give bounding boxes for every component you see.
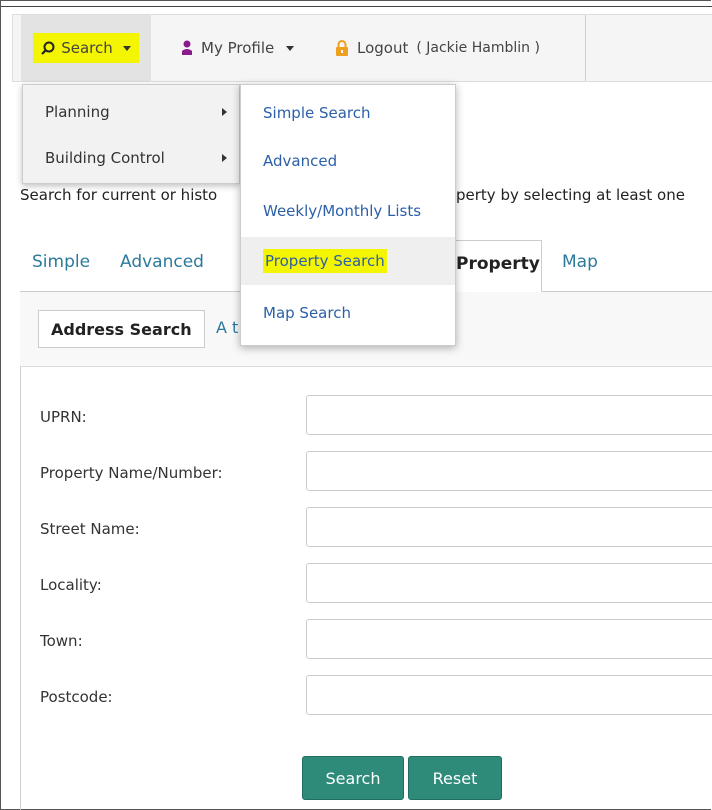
logout-label: Logout [357, 39, 409, 57]
menu-item-property-search[interactable]: Property Search [241, 237, 455, 285]
search-dropdown-menu: Planning Building Control [22, 84, 240, 184]
menu-item-label: Property Search [263, 249, 387, 273]
tab-property-label: Property [456, 254, 540, 274]
chevron-right-icon [222, 108, 227, 116]
chevron-right-icon [222, 154, 227, 162]
navbar-divider [585, 15, 586, 81]
street-name-label: Street Name: [40, 520, 140, 538]
uprn-label: UPRN: [40, 408, 87, 426]
menu-item-planning[interactable]: Planning [23, 89, 239, 135]
subtab-other[interactable]: A t [216, 318, 238, 337]
user-icon [182, 40, 192, 55]
search-menu-toggle[interactable]: Search [21, 15, 151, 81]
menu-item-label: Simple Search [263, 104, 371, 122]
tab-map[interactable]: Map [562, 252, 598, 272]
lock-icon [336, 40, 348, 56]
menu-item-label: Advanced [263, 152, 338, 170]
search-icon [41, 41, 55, 55]
intro-text-end: perty by selecting at least one [456, 186, 685, 204]
search-panel [20, 292, 712, 810]
menu-item-label: Map Search [263, 304, 351, 322]
search-button[interactable]: Search [302, 756, 404, 800]
intro-text-start: Search for current or histo [20, 186, 218, 204]
property-name-label: Property Name/Number: [40, 464, 223, 482]
menu-item-map-search[interactable]: Map Search [241, 289, 455, 337]
profile-menu-label: My Profile [201, 39, 275, 57]
postcode-label: Postcode: [40, 688, 113, 706]
town-label: Town: [40, 632, 83, 650]
chevron-down-icon [286, 45, 295, 51]
logout-link[interactable]: Logout ( Jackie Hamblin ) [335, 15, 540, 81]
menu-item-label: Planning [45, 103, 110, 121]
menu-item-advanced[interactable]: Advanced [241, 137, 455, 185]
tab-simple[interactable]: Simple [32, 252, 90, 272]
property-name-input[interactable] [306, 451, 712, 491]
search-menu-label: Search [61, 39, 113, 57]
logged-in-user: ( Jackie Hamblin ) [416, 40, 540, 56]
planning-submenu: Simple Search Advanced Weekly/Monthly Li… [240, 84, 456, 346]
locality-input[interactable] [306, 563, 712, 603]
subtab-address-search[interactable]: Address Search [38, 310, 205, 348]
menu-item-weekly-monthly-lists[interactable]: Weekly/Monthly Lists [241, 187, 455, 235]
profile-menu-toggle[interactable]: My Profile [181, 15, 295, 81]
menu-item-building-control[interactable]: Building Control [23, 135, 239, 181]
navbar: Search My Profile Logout ( Jackie Hambli… [12, 14, 712, 82]
uprn-input[interactable] [306, 395, 712, 435]
menu-item-simple-search[interactable]: Simple Search [241, 89, 455, 137]
menu-item-label: Building Control [45, 149, 165, 167]
street-name-input[interactable] [306, 507, 712, 547]
reset-button[interactable]: Reset [408, 756, 502, 800]
locality-label: Locality: [40, 576, 102, 594]
town-input[interactable] [306, 619, 712, 659]
tab-advanced[interactable]: Advanced [120, 252, 204, 272]
chevron-down-icon [122, 45, 131, 51]
postcode-input[interactable] [306, 675, 712, 715]
menu-item-label: Weekly/Monthly Lists [263, 202, 422, 220]
search-highlight: Search [33, 33, 139, 63]
